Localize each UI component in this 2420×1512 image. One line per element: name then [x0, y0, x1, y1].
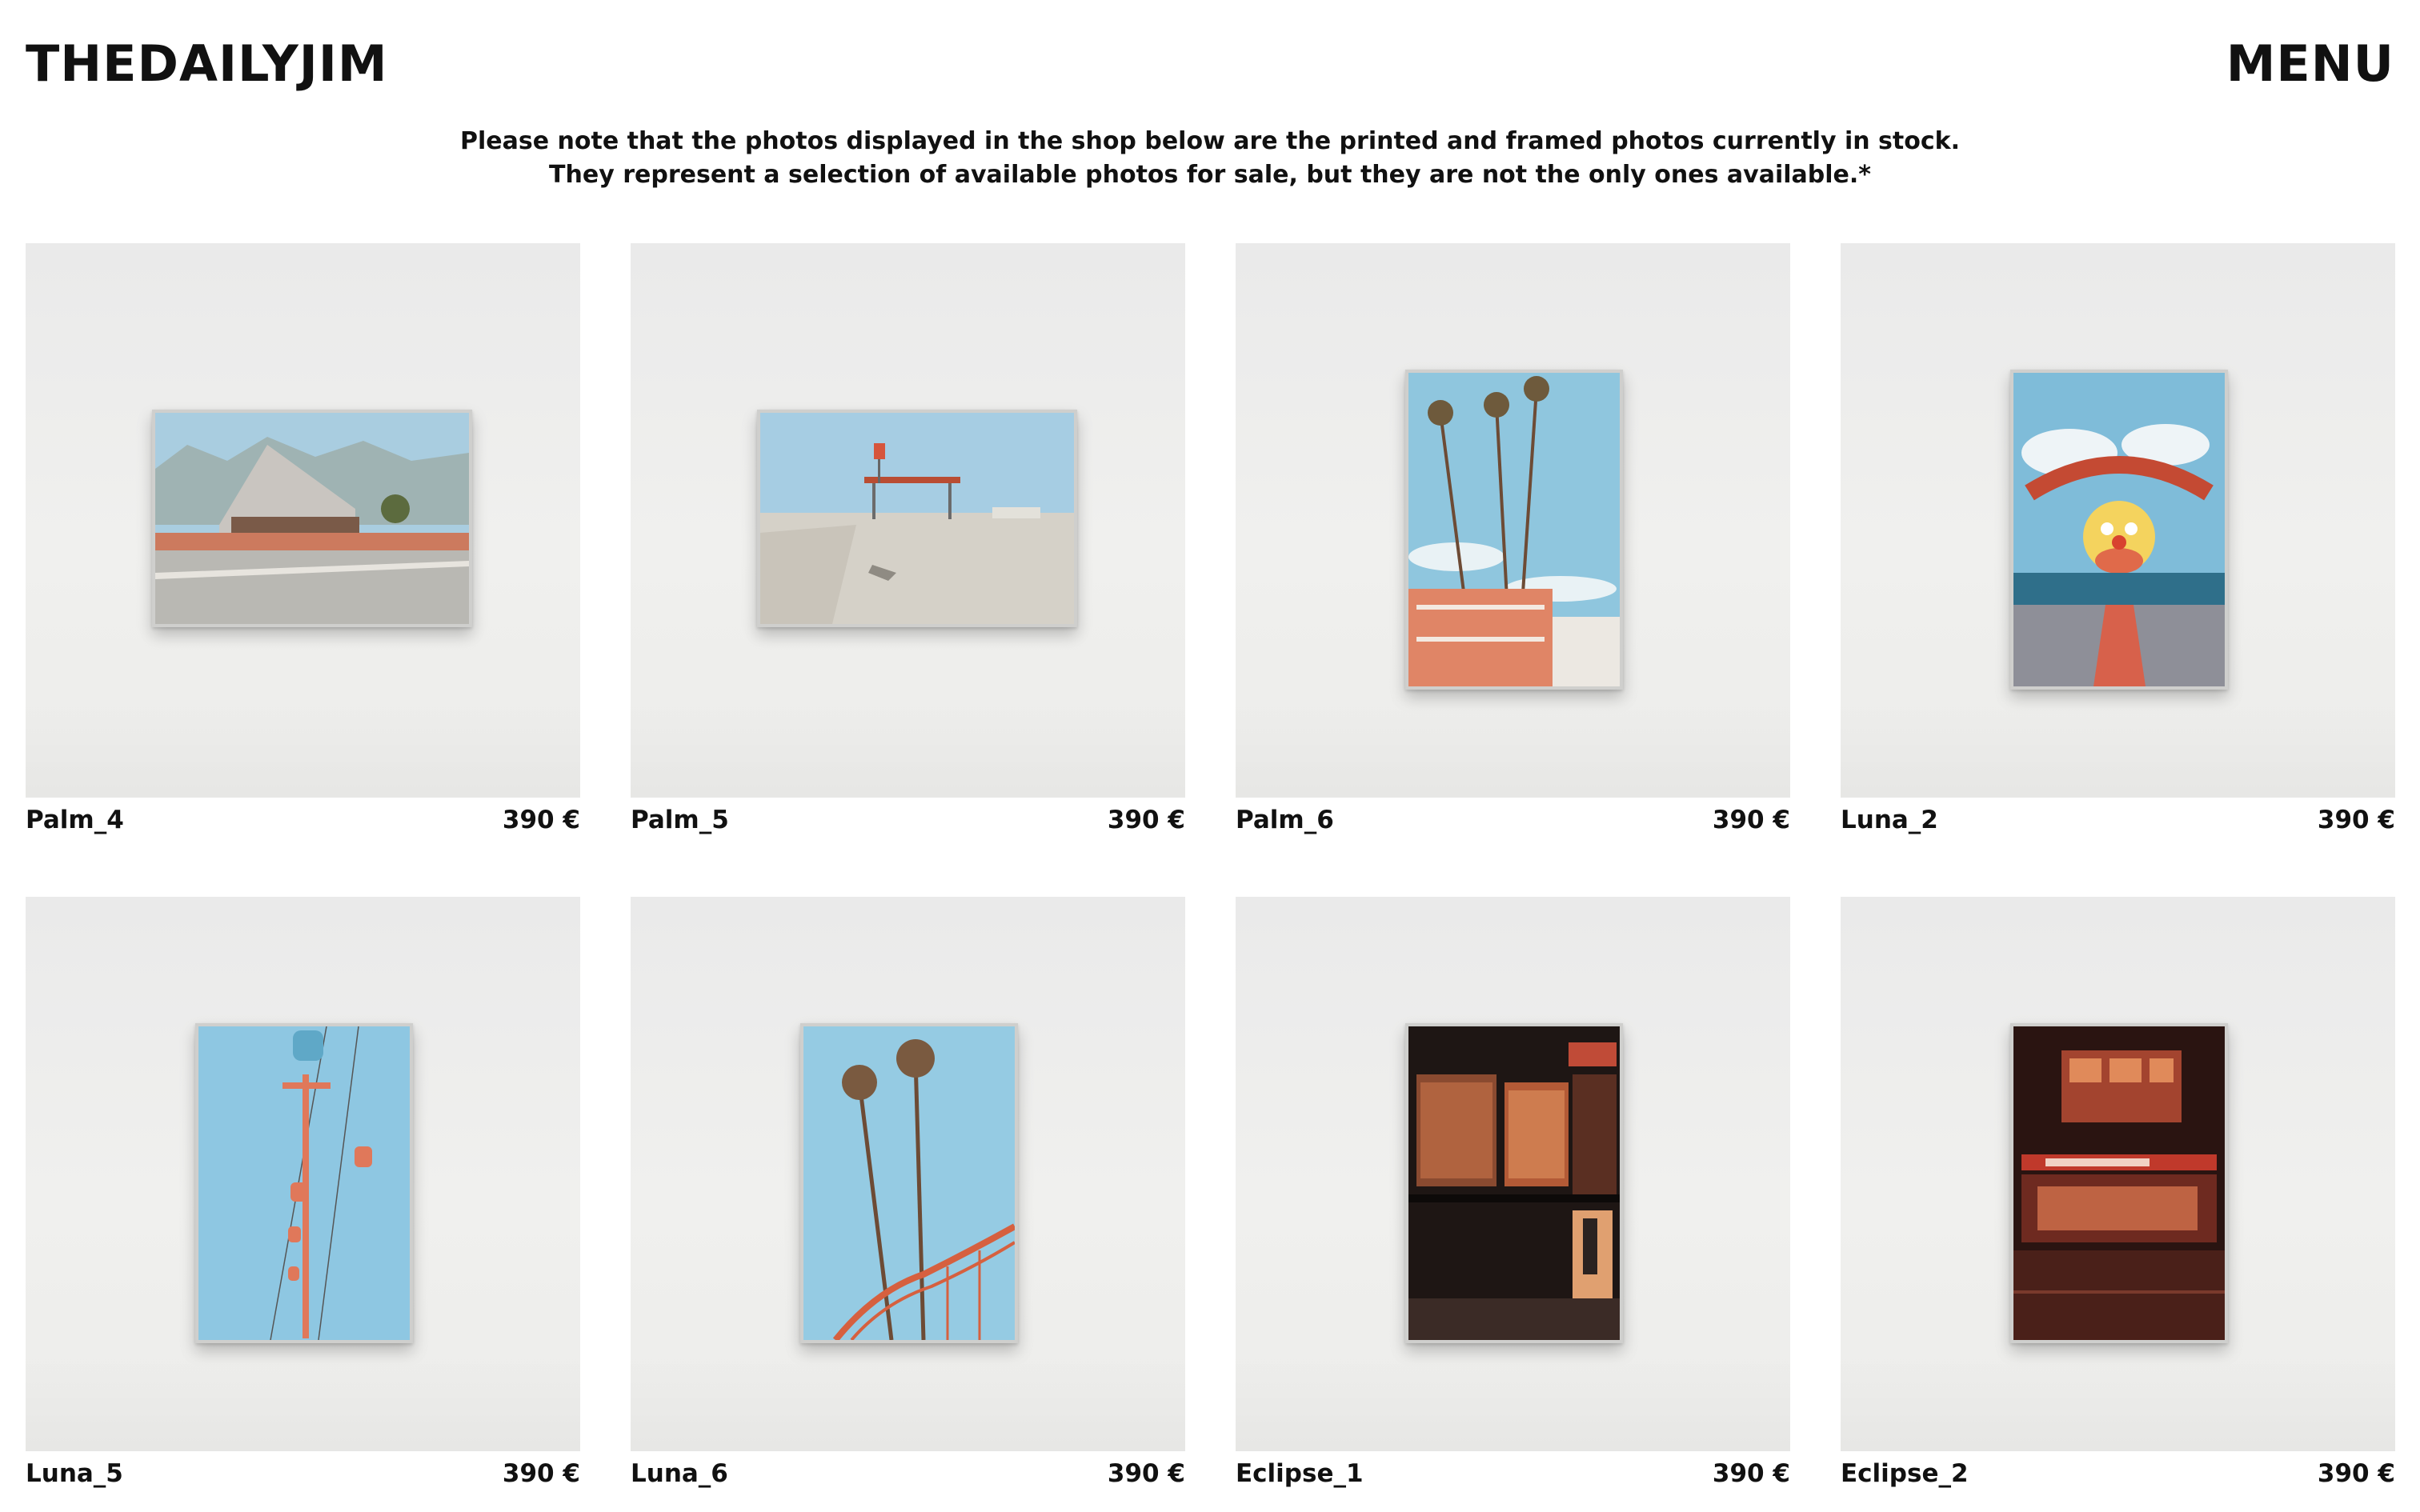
product-price: 390 € [502, 1459, 580, 1488]
photo-clown-park-entrance [2013, 373, 2225, 686]
product-image[interactable] [631, 243, 1185, 798]
product-name[interactable]: Eclipse_1 [1236, 1459, 1364, 1488]
product-card[interactable]: Palm_6 390 € [1236, 243, 1790, 842]
stock-notice-line-1: Please note that the photos displayed in… [460, 127, 1960, 155]
product-price: 390 € [1107, 1459, 1185, 1488]
product-image[interactable] [1841, 897, 2395, 1451]
stock-notice-line-2: They represent a selection of available … [549, 161, 1871, 189]
product-card[interactable]: Eclipse_2 390 € [1841, 897, 2395, 1496]
photo-modernist-building [155, 413, 469, 624]
product-caption: Luna_2 390 € [1841, 798, 2395, 842]
site-logo[interactable]: THEDAILYJIM [26, 32, 388, 96]
framed-print [757, 410, 1077, 627]
product-caption: Palm_4 390 € [26, 798, 580, 842]
product-image[interactable] [1236, 243, 1790, 798]
product-caption: Palm_5 390 € [631, 798, 1185, 842]
product-name[interactable]: Palm_4 [26, 806, 124, 834]
product-name[interactable]: Eclipse_2 [1841, 1459, 1969, 1488]
product-image[interactable] [1841, 243, 2395, 798]
product-price: 390 € [502, 806, 580, 834]
product-card[interactable]: Luna_2 390 € [1841, 243, 2395, 842]
product-price: 390 € [2317, 806, 2395, 834]
photo-palm-trees-motel [1408, 373, 1620, 686]
product-caption: Eclipse_1 390 € [1236, 1451, 1790, 1496]
product-card[interactable]: Luna_6 390 € [631, 897, 1185, 1496]
framed-print [152, 410, 472, 627]
framed-print [2010, 370, 2228, 690]
product-caption: Luna_6 390 € [631, 1451, 1185, 1496]
framed-print [195, 1023, 413, 1343]
product-name[interactable]: Luna_6 [631, 1459, 728, 1488]
photo-gondola-lift [198, 1026, 410, 1340]
product-price: 390 € [1712, 806, 1790, 834]
stock-notice: Please note that the photos displayed in… [0, 125, 2420, 192]
product-grid: Palm_4 390 € Palm_5 390 € Palm_6 390 € L… [26, 243, 2395, 1496]
framed-print [1405, 1023, 1623, 1343]
product-name[interactable]: Luna_5 [26, 1459, 123, 1488]
photo-gas-station [760, 413, 1074, 624]
product-image[interactable] [26, 243, 580, 798]
photo-palms-roller-coaster [803, 1026, 1015, 1340]
product-card[interactable]: Eclipse_1 390 € [1236, 897, 1790, 1496]
product-caption: Luna_5 390 € [26, 1451, 580, 1496]
photo-night-storefront [1408, 1026, 1620, 1340]
site-header: THEDAILYJIM MENU [0, 0, 2420, 128]
product-price: 390 € [1107, 806, 1185, 834]
framed-print [2010, 1023, 2228, 1343]
product-card[interactable]: Luna_5 390 € [26, 897, 580, 1496]
product-card[interactable]: Palm_4 390 € [26, 243, 580, 842]
product-card[interactable]: Palm_5 390 € [631, 243, 1185, 842]
product-image[interactable] [631, 897, 1185, 1451]
menu-button[interactable]: MENU [2226, 32, 2394, 96]
product-name[interactable]: Palm_6 [1236, 806, 1334, 834]
product-caption: Eclipse_2 390 € [1841, 1451, 2395, 1496]
framed-print [800, 1023, 1018, 1343]
photo-night-restaurant [2013, 1026, 2225, 1340]
product-price: 390 € [2317, 1459, 2395, 1488]
product-price: 390 € [1712, 1459, 1790, 1488]
product-name[interactable]: Luna_2 [1841, 806, 1938, 834]
product-image[interactable] [1236, 897, 1790, 1451]
framed-print [1405, 370, 1623, 690]
product-name[interactable]: Palm_5 [631, 806, 729, 834]
product-caption: Palm_6 390 € [1236, 798, 1790, 842]
product-image[interactable] [26, 897, 580, 1451]
